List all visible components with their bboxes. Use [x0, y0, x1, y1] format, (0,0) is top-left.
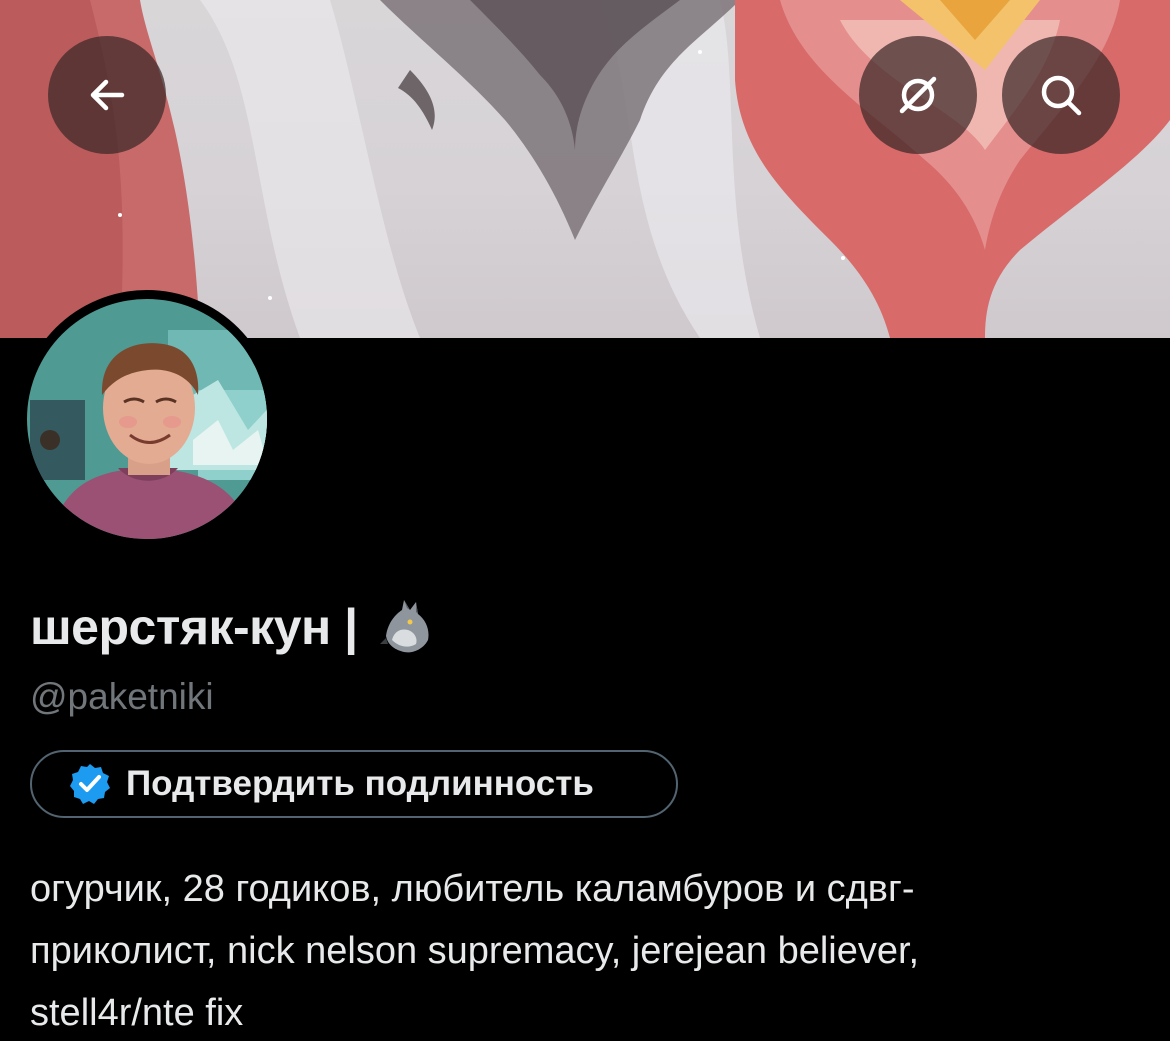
verify-button-label: Подтвердить подлинность	[126, 764, 594, 803]
verified-badge-icon	[70, 764, 110, 804]
bio-line: stell4r/nte fix	[30, 992, 244, 1034]
search-button[interactable]	[1002, 36, 1120, 154]
profile-page: шерстяк-кун | @paketniki Подтвердить под…	[0, 0, 1170, 1041]
bio-line: огурчик, 28 годиков, любитель каламбуров…	[30, 868, 915, 910]
display-name-row: шерстяк-кун |	[30, 592, 440, 662]
avatar[interactable]	[18, 290, 276, 548]
avatar-photo	[27, 299, 267, 539]
search-icon	[1041, 75, 1082, 116]
filter-button[interactable]	[859, 36, 977, 154]
slashed-circle-icon	[899, 76, 937, 114]
display-name: шерстяк-кун |	[30, 599, 358, 655]
profile-banner[interactable]	[0, 0, 1170, 338]
banner-artwork	[0, 0, 1170, 338]
verify-authenticity-button[interactable]: Подтвердить подлинность	[30, 750, 678, 818]
back-button[interactable]	[48, 36, 166, 154]
username-handle: @paketniki	[30, 676, 214, 717]
wolf-emoji	[379, 600, 429, 653]
arrow-left-icon	[90, 79, 125, 111]
profile-bio: огурчик, 28 годиков, любитель каламбуров…	[30, 858, 1150, 1041]
bio-line: приколист, nick nelson supremacy, jereje…	[30, 930, 920, 972]
